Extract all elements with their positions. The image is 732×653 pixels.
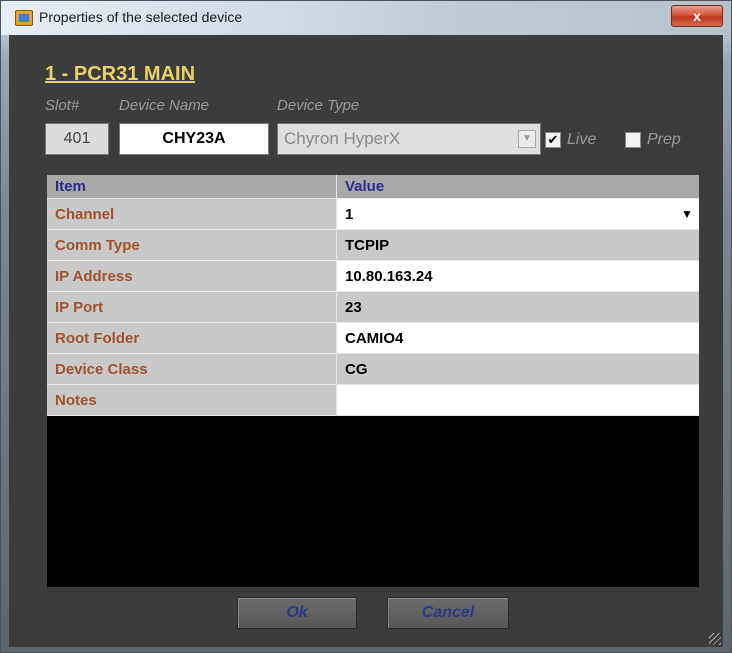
device-name-label: Device Name [119, 97, 210, 114]
row-value: TCPIP [337, 230, 699, 261]
prep-label: Prep [647, 131, 681, 148]
header-item: Item [47, 175, 337, 199]
window-title: Properties of the selected device [39, 9, 243, 25]
device-type-label: Device Type [277, 97, 360, 114]
table-row: Channel 1 ▼ [47, 199, 699, 230]
device-name-field[interactable]: CHY23A [119, 123, 269, 155]
properties-window: Properties of the selected device x 1 - … [0, 0, 732, 653]
properties-grid: Item Value Channel 1 ▼ Comm Type TCPIP I… [47, 175, 699, 587]
row-item-label: IP Address [47, 261, 337, 292]
row-value: 1 [345, 206, 354, 223]
table-row: Comm Type TCPIP [47, 230, 699, 261]
notes-field[interactable] [337, 385, 699, 416]
slot-label: Slot# [45, 97, 80, 114]
live-checkbox[interactable]: ✔ [545, 132, 561, 148]
device-type-value: Chyron HyperX [284, 129, 401, 148]
ip-address-field[interactable]: 10.80.163.24 [337, 261, 699, 292]
row-value: CG [337, 354, 699, 385]
row-item-label: Root Folder [47, 323, 337, 354]
close-button[interactable]: x [671, 5, 723, 27]
resize-grip-icon[interactable] [709, 633, 721, 645]
row-item-label: Comm Type [47, 230, 337, 261]
row-item-label: Notes [47, 385, 337, 416]
table-row: Notes [47, 385, 699, 416]
device-heading: 1 - PCR31 MAIN [45, 63, 196, 85]
table-row: Device Class CG [47, 354, 699, 385]
app-icon [15, 10, 33, 26]
table-row: Root Folder CAMIO4 [47, 323, 699, 354]
row-item-label: IP Port [47, 292, 337, 323]
live-label: Live [567, 131, 597, 148]
table-row: IP Address 10.80.163.24 [47, 261, 699, 292]
device-type-select: Chyron HyperX ▼ [277, 123, 541, 155]
ok-button[interactable]: Ok [237, 597, 357, 629]
channel-select[interactable]: 1 ▼ [337, 199, 699, 230]
grid-header-row: Item Value [47, 175, 699, 199]
slot-field: 401 [45, 123, 109, 155]
row-item-label: Device Class [47, 354, 337, 385]
row-item-label: Channel [47, 199, 337, 230]
row-value: 23 [337, 292, 699, 323]
header-value: Value [337, 175, 699, 199]
table-row: IP Port 23 [47, 292, 699, 323]
chevron-down-icon[interactable]: ▼ [679, 205, 695, 223]
prep-checkbox[interactable] [625, 132, 641, 148]
root-folder-field[interactable]: CAMIO4 [337, 323, 699, 354]
chevron-down-icon: ▼ [518, 130, 536, 148]
cancel-button[interactable]: Cancel [387, 597, 509, 629]
title-bar[interactable]: Properties of the selected device x [1, 1, 731, 35]
dialog-body: 1 - PCR31 MAIN Slot# Device Name Device … [9, 35, 723, 647]
